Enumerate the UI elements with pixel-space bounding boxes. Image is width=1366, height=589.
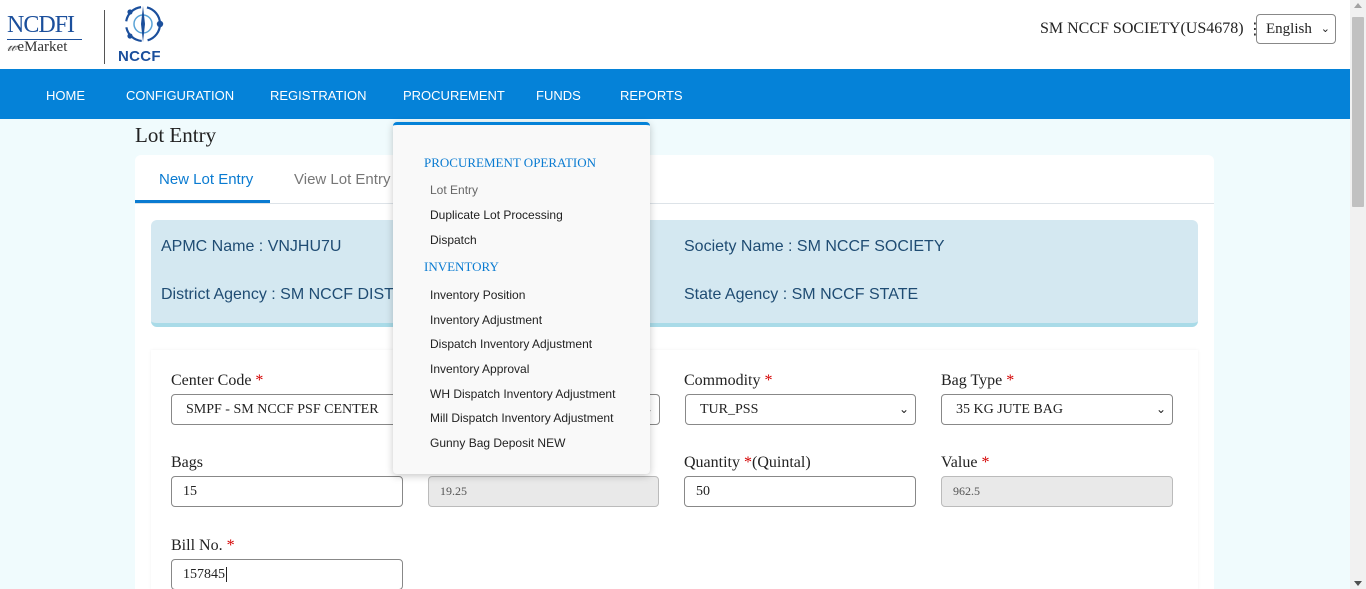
value-label: Value * — [941, 454, 989, 472]
ncdfi-logo-sub: 𝓌eMarket — [7, 39, 68, 55]
bill-no-value: 157845 — [183, 567, 225, 582]
nav-home[interactable]: HOME — [46, 88, 85, 103]
required-mark: * — [764, 372, 773, 389]
commodity-label: Commodity * — [684, 372, 772, 390]
nav-procurement[interactable]: PROCUREMENT — [403, 88, 505, 103]
nccf-logo[interactable]: NCCF — [116, 2, 172, 66]
active-tab-underline — [135, 200, 270, 203]
lot-entry-form — [151, 350, 1198, 589]
tab-new-lot-entry[interactable]: New Lot Entry — [159, 171, 253, 188]
bag-type-value: 35 KG JUTE BAG — [956, 402, 1063, 417]
nav-registration[interactable]: REGISTRATION — [270, 88, 367, 103]
menu-item-duplicate-lot-processing[interactable]: Duplicate Lot Processing — [430, 208, 563, 222]
society-name: Society Name : SM NCCF SOCIETY — [684, 238, 945, 255]
tab-view-lot-entry[interactable]: View Lot Entry — [294, 171, 390, 188]
ncdfi-emarket-logo[interactable]: NCDFI 𝓌eMarket — [7, 12, 87, 62]
readonly-weight-field: 19.25 — [428, 476, 659, 507]
header: NCDFI 𝓌eMarket NCCF SM NCCF SOCIETY(US46… — [0, 0, 1350, 69]
scroll-down-arrow-icon[interactable] — [1354, 581, 1362, 586]
commodity-select[interactable]: TUR_PSS ⌄ — [685, 394, 916, 425]
dropdown-heading-inventory: INVENTORY — [424, 259, 499, 274]
commodity-label-text: Commodity — [684, 372, 761, 389]
ncdfi-logo-rule — [7, 39, 82, 40]
menu-item-lot-entry[interactable]: Lot Entry — [430, 183, 478, 197]
menu-item-gunny-bag-deposit-new[interactable]: Gunny Bag Deposit NEW — [430, 436, 565, 450]
user-name: SM NCCF SOCIETY(US4678) — [1040, 20, 1244, 37]
required-mark: * — [255, 372, 264, 389]
society-info-panel — [151, 220, 1198, 327]
required-mark: * — [1006, 372, 1015, 389]
main-navbar: HOME CONFIGURATION REGISTRATION PROCUREM… — [0, 69, 1350, 119]
dropdown-heading-procurement-operation: PROCUREMENT OPERATION — [424, 155, 597, 170]
required-mark: * — [744, 454, 752, 471]
quantity-input[interactable]: 50 — [684, 476, 916, 507]
quantity-unit: (Quintal) — [752, 454, 811, 471]
nav-reports[interactable]: REPORTS — [620, 88, 683, 103]
center-code-label: Center Code * — [171, 372, 263, 390]
center-code-label-text: Center Code — [171, 372, 252, 389]
menu-item-dispatch[interactable]: Dispatch — [430, 233, 477, 247]
language-select-value: English — [1266, 21, 1312, 37]
chevron-down-icon: ⌄ — [1155, 402, 1166, 416]
scroll-thumb[interactable] — [1352, 17, 1364, 207]
menu-item-wh-dispatch-inventory-adjustment[interactable]: WH Dispatch Inventory Adjustment — [430, 387, 615, 401]
value-label-text: Value — [941, 454, 978, 471]
tabs-divider — [135, 203, 1214, 204]
commodity-value: TUR_PSS — [700, 402, 759, 417]
state-agency: State Agency : SM NCCF STATE — [684, 286, 919, 303]
district-agency: District Agency : SM NCCF DISTR — [161, 286, 406, 303]
bill-no-input[interactable]: 157845 — [171, 559, 403, 589]
apmc-name: APMC Name : VNJHU7U — [161, 238, 342, 255]
bags-label: Bags — [171, 454, 203, 471]
ncdfi-logo-sub-text: eMarket — [17, 39, 68, 55]
bag-type-select[interactable]: 35 KG JUTE BAG ⌄ — [941, 394, 1173, 425]
quantity-label-text: Quantity — [684, 454, 740, 471]
scroll-up-arrow-icon[interactable] — [1354, 3, 1362, 8]
procurement-dropdown-menu: PROCUREMENT OPERATION Lot Entry Duplicat… — [393, 122, 650, 474]
required-mark: * — [981, 454, 990, 471]
required-mark: * — [226, 537, 235, 554]
quantity-label: Quantity *(Quintal) — [684, 454, 811, 472]
chevron-down-icon: ⌄ — [898, 402, 909, 416]
bags-input[interactable]: 15 — [171, 476, 403, 507]
menu-item-mill-dispatch-inventory-adjustment[interactable]: Mill Dispatch Inventory Adjustment — [430, 411, 613, 425]
bill-no-label: Bill No. * — [171, 537, 235, 555]
bill-no-label-text: Bill No. — [171, 537, 223, 554]
text-caret — [226, 567, 227, 583]
language-select[interactable]: English ⌄ — [1256, 14, 1336, 44]
nav-configuration[interactable]: CONFIGURATION — [126, 88, 234, 103]
ncdfi-logo-title: NCDFI — [7, 12, 75, 38]
bag-type-label: Bag Type * — [941, 372, 1014, 390]
page-title: Lot Entry — [135, 123, 217, 147]
menu-item-dispatch-inventory-adjustment[interactable]: Dispatch Inventory Adjustment — [430, 337, 592, 351]
value-field: 962.5 — [941, 476, 1173, 507]
nccf-emblem-icon — [124, 5, 164, 43]
menu-item-inventory-approval[interactable]: Inventory Approval — [430, 362, 529, 376]
page-scrollbar[interactable] — [1350, 0, 1366, 589]
nccf-logo-text: NCCF — [118, 48, 161, 65]
menu-item-inventory-position[interactable]: Inventory Position — [430, 288, 525, 302]
nav-funds[interactable]: FUNDS — [536, 88, 581, 103]
menu-item-inventory-adjustment[interactable]: Inventory Adjustment — [430, 313, 542, 327]
center-code-value: SMPF - SM NCCF PSF CENTER — [186, 402, 379, 417]
chevron-down-icon: ⌄ — [1320, 22, 1330, 35]
logo-divider — [104, 10, 105, 64]
bag-type-label-text: Bag Type — [941, 372, 1003, 389]
